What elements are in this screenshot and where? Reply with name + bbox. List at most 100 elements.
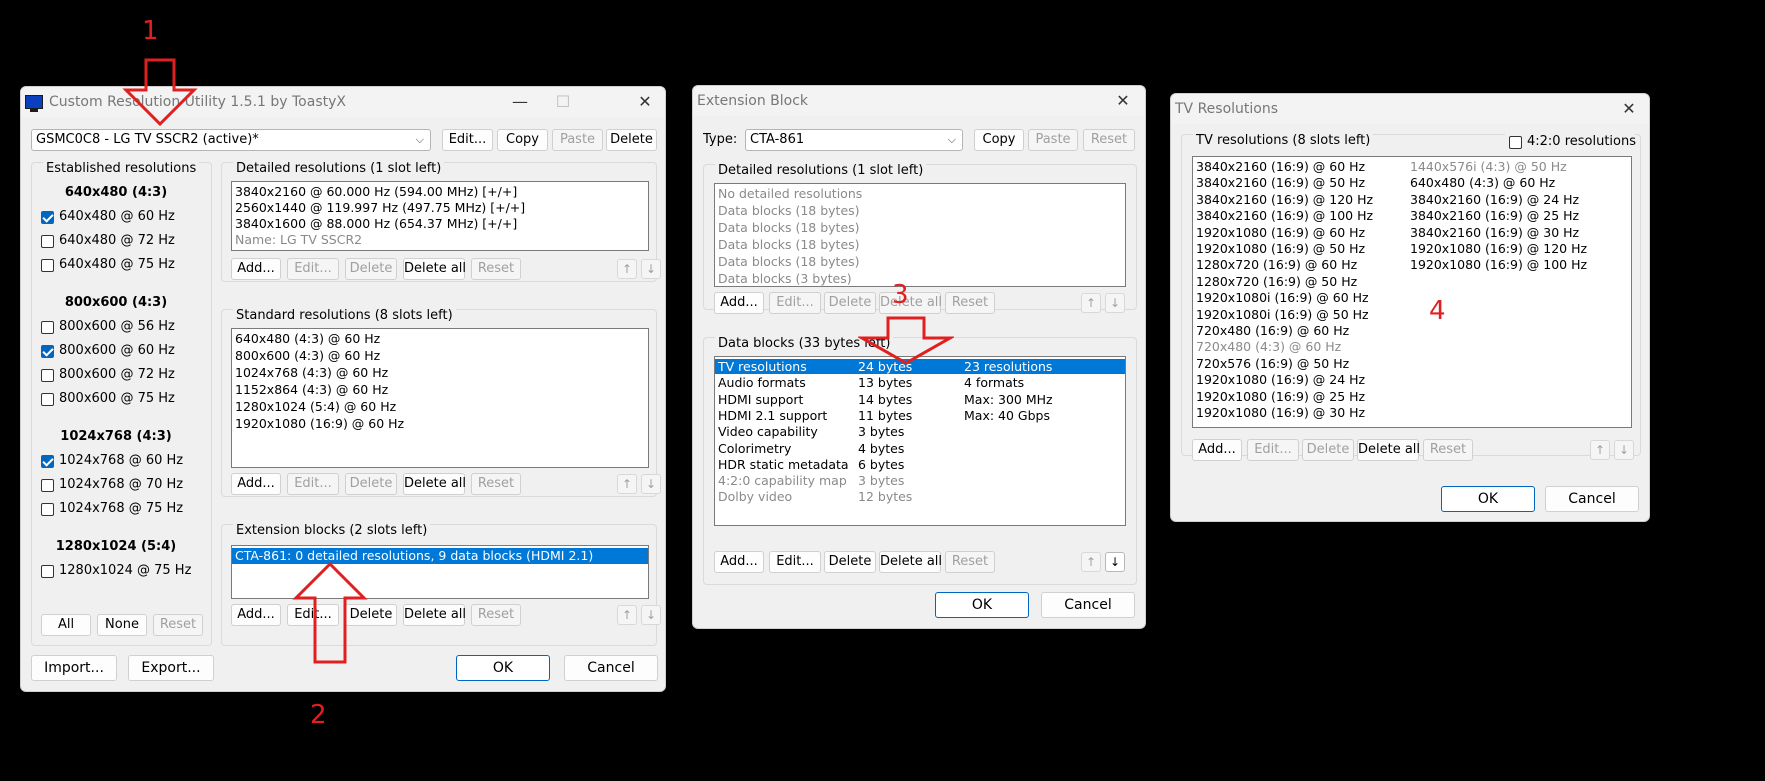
tv-resolution-item[interactable]: 1280x720 (16:9) @ 60 Hz xyxy=(1193,257,1408,272)
resolution-checkbox-label[interactable]: 800x600 @ 60 Hz xyxy=(59,343,175,358)
tv-resolution-item[interactable]: 1920x1080 (16:9) @ 120 Hz xyxy=(1407,241,1631,256)
minimize-icon[interactable]: — xyxy=(508,91,532,113)
resolution-checkbox[interactable] xyxy=(41,211,54,224)
move-down-icon[interactable]: ↓ xyxy=(1105,293,1125,313)
list-item[interactable]: 800x600 (4:3) @ 60 Hz xyxy=(232,348,648,363)
tv-resolution-item[interactable]: 3840x2160 (16:9) @ 100 Hz xyxy=(1193,208,1408,223)
list-item[interactable]: Name: LG TV SSCR2 xyxy=(232,232,648,247)
list-item[interactable]: Data blocks (18 bytes) xyxy=(715,203,1125,218)
resolution-checkbox-label[interactable]: 1280x1024 @ 75 Hz xyxy=(59,563,191,578)
data-block-row[interactable]: 4:2:0 capability map 3 bytes xyxy=(715,473,1125,488)
resolution-checkbox[interactable] xyxy=(41,235,54,248)
copy-button[interactable]: Copy xyxy=(974,129,1024,151)
resolution-checkbox-label[interactable]: 640x480 @ 60 Hz xyxy=(59,209,175,224)
close-icon[interactable]: ✕ xyxy=(1111,90,1135,112)
delete-all-button[interactable]: Delete all xyxy=(879,551,942,573)
move-up-icon[interactable]: ↑ xyxy=(617,259,637,279)
tv-titlebar[interactable]: TV Resolutions ✕ xyxy=(1171,94,1649,124)
delete-button[interactable]: Delete xyxy=(824,292,876,314)
add-button[interactable]: Add... xyxy=(714,551,764,573)
tv-resolution-item[interactable]: 640x480 (4:3) @ 60 Hz xyxy=(1407,175,1631,190)
tv-resolution-item[interactable]: 3840x2160 (16:9) @ 60 Hz xyxy=(1193,159,1408,174)
move-up-icon[interactable]: ↑ xyxy=(617,474,637,494)
detailed-listbox[interactable]: 3840x2160 @ 60.000 Hz (594.00 MHz) [+/+]… xyxy=(231,181,649,251)
tv-resolution-item[interactable]: 1920x1080 (16:9) @ 24 Hz xyxy=(1193,372,1408,387)
tv-resolution-item[interactable]: 3840x2160 (16:9) @ 25 Hz xyxy=(1407,208,1631,223)
list-item[interactable]: Data blocks (18 bytes) xyxy=(715,254,1125,269)
ext-detailed-listbox[interactable]: No detailed resolutions Data blocks (18 … xyxy=(714,183,1126,287)
delete-button[interactable]: Delete xyxy=(824,551,876,573)
move-up-icon[interactable]: ↑ xyxy=(1590,440,1610,460)
delete-display-button[interactable]: Delete xyxy=(606,129,657,151)
checkbox-420[interactable]: 4:2:0 resolutions xyxy=(1505,134,1636,150)
resolution-checkbox[interactable] xyxy=(41,479,54,492)
resolution-checkbox-label[interactable]: 800x600 @ 56 Hz xyxy=(59,319,175,334)
move-down-icon[interactable]: ↓ xyxy=(1105,552,1125,572)
list-item[interactable]: 1280x1024 (5:4) @ 60 Hz xyxy=(232,399,648,414)
cancel-button[interactable]: Cancel xyxy=(564,655,658,681)
data-block-row[interactable]: Audio formats 13 bytes 4 formats xyxy=(715,375,1125,390)
resolution-checkbox[interactable] xyxy=(41,345,54,358)
data-block-row[interactable]: HDMI support 14 bytes Max: 300 MHz xyxy=(715,392,1125,407)
edit-button[interactable]: Edit... xyxy=(287,258,339,280)
paste-button[interactable]: Paste xyxy=(1028,129,1078,151)
data-block-row[interactable]: Dolby video 12 bytes xyxy=(715,489,1125,504)
ok-button[interactable]: OK xyxy=(935,592,1029,618)
established-reset-button[interactable]: Reset xyxy=(153,614,203,636)
ok-button[interactable]: OK xyxy=(1441,486,1535,512)
delete-button[interactable]: Delete xyxy=(1302,439,1354,461)
none-button[interactable]: None xyxy=(97,614,147,636)
resolution-checkbox-label[interactable]: 800x600 @ 75 Hz xyxy=(59,391,175,406)
resolution-checkbox[interactable] xyxy=(41,393,54,406)
close-icon[interactable]: ✕ xyxy=(1617,98,1641,120)
delete-all-button[interactable]: Delete all xyxy=(1357,439,1420,461)
reset-button[interactable]: Reset xyxy=(945,551,995,573)
copy-display-button[interactable]: Copy xyxy=(497,129,548,151)
add-button[interactable]: Add... xyxy=(231,258,281,280)
list-item[interactable]: 1152x864 (4:3) @ 60 Hz xyxy=(232,382,648,397)
resolution-checkbox-label[interactable]: 640x480 @ 75 Hz xyxy=(59,257,175,272)
resolution-checkbox[interactable] xyxy=(41,503,54,516)
ok-button[interactable]: OK xyxy=(456,655,550,681)
move-down-icon[interactable]: ↓ xyxy=(641,474,661,494)
delete-all-button[interactable]: Delete all xyxy=(879,292,942,314)
move-up-icon[interactable]: ↑ xyxy=(1081,552,1101,572)
delete-button[interactable]: Delete xyxy=(345,258,397,280)
reset-button[interactable]: Reset xyxy=(471,258,521,280)
all-button[interactable]: All xyxy=(41,614,91,636)
display-select[interactable]: GSMC0C8 - LG TV SSCR2 (active)* ⌵ xyxy=(31,129,431,151)
move-down-icon[interactable]: ↓ xyxy=(641,259,661,279)
cancel-button[interactable]: Cancel xyxy=(1041,592,1135,618)
delete-button[interactable]: Delete xyxy=(345,473,397,495)
resolution-checkbox[interactable] xyxy=(41,455,54,468)
reset-button[interactable]: Reset xyxy=(471,473,521,495)
tv-resolution-item[interactable]: 1920x1080i (16:9) @ 60 Hz xyxy=(1193,290,1408,305)
tv-resolution-item[interactable]: 1280x720 (16:9) @ 50 Hz xyxy=(1193,274,1408,289)
paste-display-button[interactable]: Paste xyxy=(552,129,603,151)
edit-button[interactable]: Edit... xyxy=(769,551,821,573)
delete-all-button[interactable]: Delete all xyxy=(403,258,466,280)
data-blocks-listbox[interactable]: TV resolutions 24 bytes 23 resolutions Audi… xyxy=(714,356,1126,526)
list-item[interactable]: 1920x1080 (16:9) @ 60 Hz xyxy=(232,416,648,431)
move-down-icon[interactable]: ↓ xyxy=(1614,440,1634,460)
resolution-checkbox[interactable] xyxy=(41,565,54,578)
add-button[interactable]: Add... xyxy=(231,604,281,626)
reset-button[interactable]: Reset xyxy=(945,292,995,314)
list-item[interactable]: 3840x1600 @ 88.000 Hz (654.37 MHz) [+/+] xyxy=(232,216,648,231)
move-down-icon[interactable]: ↓ xyxy=(641,605,661,625)
tv-resolution-item[interactable]: 720x576 (16:9) @ 50 Hz xyxy=(1193,356,1408,371)
tv-resolution-item[interactable]: 1920x1080 (16:9) @ 50 Hz xyxy=(1193,241,1408,256)
tv-resolution-item[interactable]: 720x480 (16:9) @ 60 Hz xyxy=(1193,323,1408,338)
tv-resolution-item[interactable]: 1920x1080 (16:9) @ 100 Hz xyxy=(1407,257,1631,272)
reset-button[interactable]: Reset xyxy=(1423,439,1473,461)
tv-resolution-item[interactable]: 3840x2160 (16:9) @ 120 Hz xyxy=(1193,192,1408,207)
main-titlebar[interactable]: Custom Resolution Utility 1.5.1 by Toast… xyxy=(21,87,665,117)
resolution-checkbox-label[interactable]: 640x480 @ 72 Hz xyxy=(59,233,175,248)
list-item[interactable]: 640x480 (4:3) @ 60 Hz xyxy=(232,331,648,346)
resolution-checkbox-label[interactable]: 1024x768 @ 75 Hz xyxy=(59,501,183,516)
reset-button[interactable]: Reset xyxy=(1083,129,1135,151)
standard-listbox[interactable]: 640x480 (4:3) @ 60 Hz 800x600 (4:3) @ 60… xyxy=(231,328,649,468)
edit-display-button[interactable]: Edit... xyxy=(442,129,493,151)
add-button[interactable]: Add... xyxy=(231,473,281,495)
reset-button[interactable]: Reset xyxy=(471,604,521,626)
